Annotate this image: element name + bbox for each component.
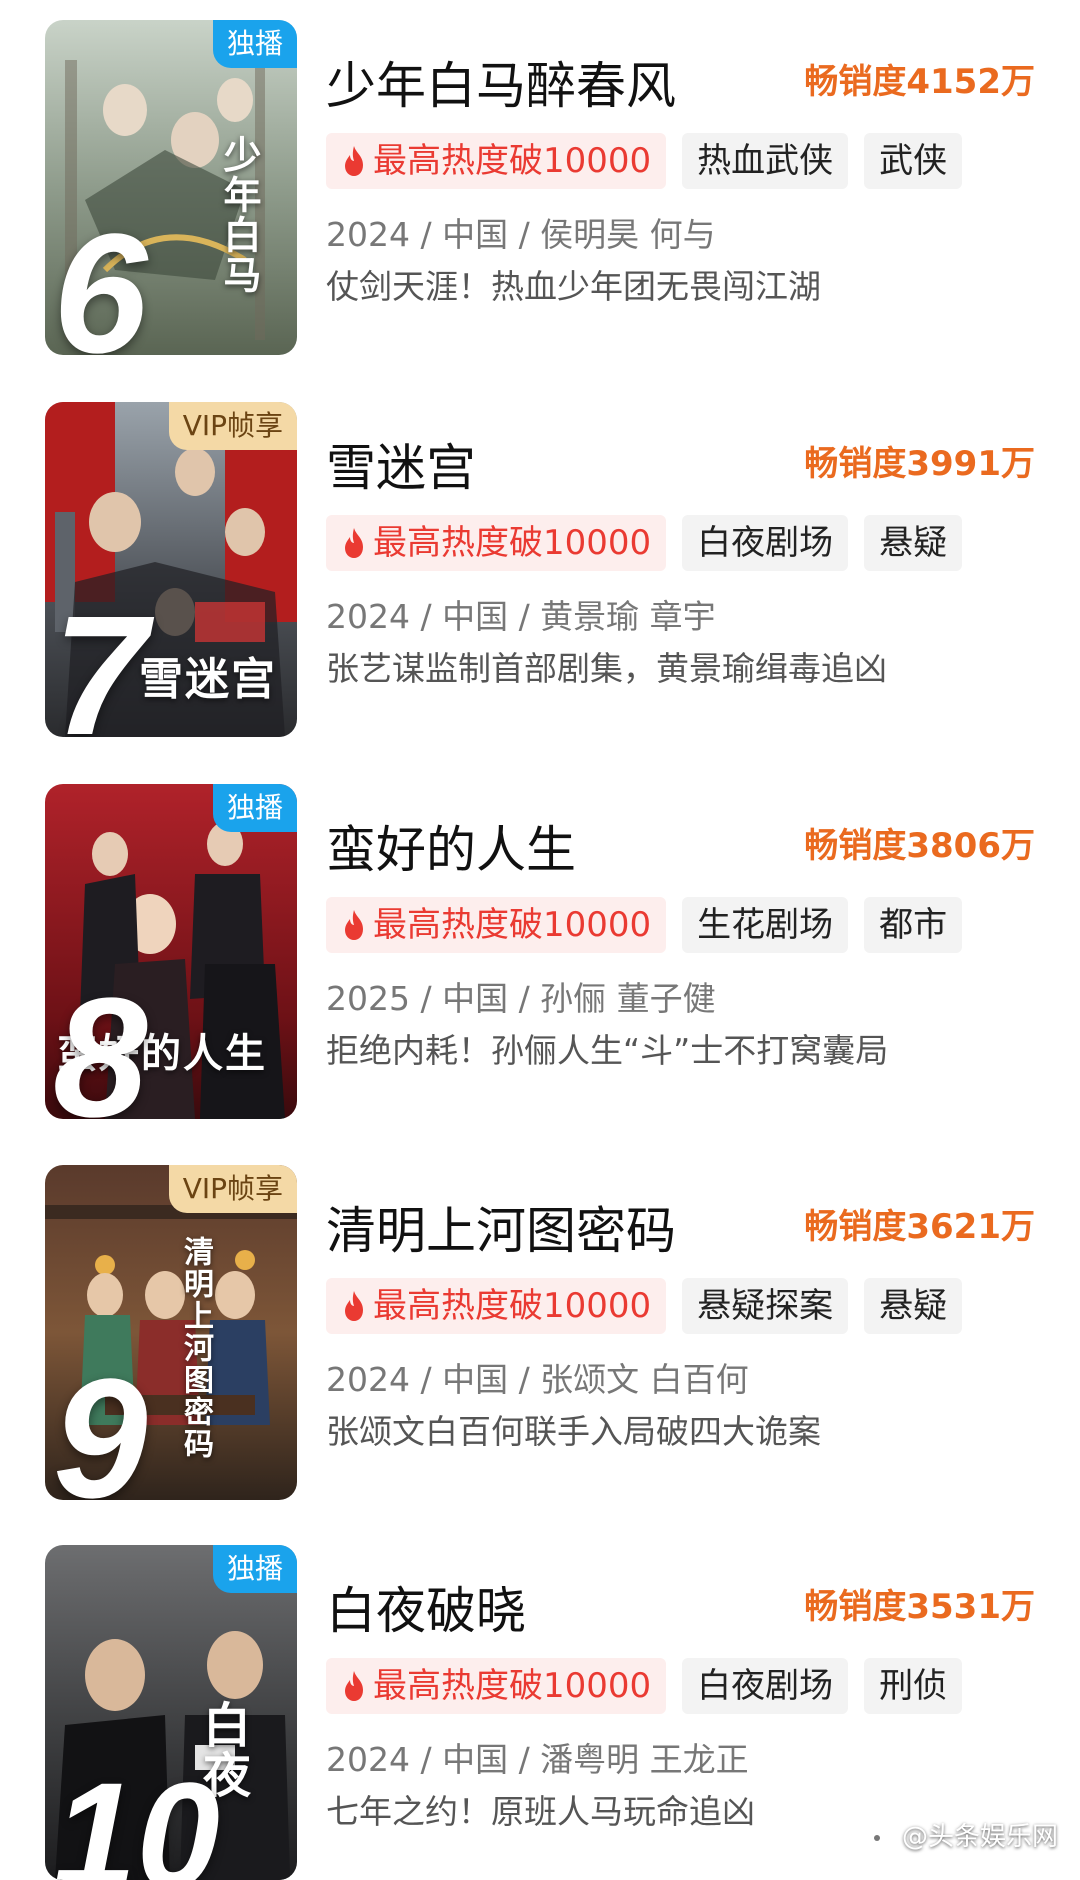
sales-index: 畅销度3806万 xyxy=(804,826,1035,866)
sales-index: 畅销度3991万 xyxy=(804,444,1035,484)
exclusive-badge: 独播 xyxy=(212,20,297,68)
genre-tag[interactable]: 热血武侠 xyxy=(682,133,849,189)
hot-label: 最高热度破10000 xyxy=(373,523,652,563)
tag-row: 最高热度破10000 热血武侠 武侠 xyxy=(326,133,963,189)
show-description: 张颂文白百何联手入局破四大诡案 xyxy=(326,1412,821,1451)
poster-image[interactable]: VIP帧享 清明上河图密码 9 xyxy=(45,1165,297,1500)
show-title[interactable]: 清明上河图密码 xyxy=(326,1191,676,1263)
poster-title: 少年白马 xyxy=(217,135,262,295)
sales-index: 畅销度3621万 xyxy=(804,1207,1035,1247)
genre-tag[interactable]: 生花剧场 xyxy=(682,897,849,953)
hot-tag: 最高热度破10000 xyxy=(326,897,667,953)
rank-number: 10 xyxy=(53,1751,220,1880)
tag-row: 最高热度破10000 白夜剧场 刑侦 xyxy=(326,1658,963,1714)
show-description: 张艺谋监制首部剧集，黄景瑜缉毒追凶 xyxy=(326,649,887,688)
show-meta: 2025 / 中国 / 孙俪 董子健 xyxy=(326,979,716,1018)
show-title[interactable]: 少年白马醉春风 xyxy=(326,46,676,118)
genre-tag[interactable]: 白夜剧场 xyxy=(682,1658,849,1714)
vip-badge: VIP帧享 xyxy=(168,1165,297,1213)
show-title[interactable]: 白夜破晓 xyxy=(326,1571,526,1643)
hot-tag: 最高热度破10000 xyxy=(326,133,667,189)
list-item[interactable]: 独播 蛮好的人生 8 蛮好的人生 畅销度3806万 最高热度破10000 生花剧… xyxy=(0,784,1080,1119)
poster-title: 清明上河图密码 xyxy=(178,1236,213,1460)
show-description: 七年之约！原班人马玩命追凶 xyxy=(326,1792,755,1831)
flame-icon xyxy=(345,910,363,940)
show-meta: 2024 / 中国 / 黄景瑜 章宇 xyxy=(326,597,716,636)
poster-image[interactable]: 独播 白夜 10 xyxy=(45,1545,297,1880)
hot-tag: 最高热度破10000 xyxy=(326,515,667,571)
flame-icon xyxy=(345,1671,363,1701)
watermark: @头条娱乐网 xyxy=(866,1816,1058,1853)
list-item[interactable]: VIP帧享 雪迷宫 7 雪迷宫 畅销度3991万 最高热度破10000 白夜剧场… xyxy=(0,402,1080,737)
hot-tag: 最高热度破10000 xyxy=(326,1278,667,1334)
show-title[interactable]: 雪迷宫 xyxy=(326,428,476,500)
genre-tag[interactable]: 白夜剧场 xyxy=(682,515,849,571)
genre-tag[interactable]: 悬疑探案 xyxy=(682,1278,849,1334)
flame-icon xyxy=(345,528,363,558)
show-title[interactable]: 蛮好的人生 xyxy=(326,810,576,882)
poster-image[interactable]: 独播 少年白马 6 xyxy=(45,20,297,355)
sales-index: 畅销度3531万 xyxy=(804,1587,1035,1627)
genre-tag[interactable]: 悬疑 xyxy=(864,515,963,571)
list-item[interactable]: 独播 少年白马 6 少年白马醉春风 畅销度4152万 最高热度破10000 热血… xyxy=(0,20,1080,355)
exclusive-badge: 独播 xyxy=(212,1545,297,1593)
rank-number: 6 xyxy=(53,199,148,355)
watermark-text: @头条娱乐网 xyxy=(901,1822,1058,1852)
show-meta: 2024 / 中国 / 潘粤明 王龙正 xyxy=(326,1740,749,1779)
poster-title: 雪迷宫 xyxy=(139,654,277,705)
poster-image[interactable]: VIP帧享 雪迷宫 7 xyxy=(45,402,297,737)
flame-icon xyxy=(345,1291,363,1321)
genre-tag[interactable]: 悬疑 xyxy=(864,1278,963,1334)
rank-number: 7 xyxy=(53,581,148,737)
hot-label: 最高热度破10000 xyxy=(373,1666,652,1706)
vip-badge: VIP帧享 xyxy=(168,402,297,450)
sales-index: 畅销度4152万 xyxy=(804,62,1035,102)
genre-tag[interactable]: 都市 xyxy=(864,897,963,953)
list-item[interactable]: VIP帧享 清明上河图密码 9 清明上河图密码 畅销度3621万 最高热度破10… xyxy=(0,1165,1080,1500)
hot-label: 最高热度破10000 xyxy=(373,141,652,181)
hot-label: 最高热度破10000 xyxy=(373,905,652,945)
flame-icon xyxy=(345,146,363,176)
show-meta: 2024 / 中国 / 侯明昊 何与 xyxy=(326,215,716,254)
weibo-icon xyxy=(867,1825,894,1845)
rank-number: 8 xyxy=(53,963,148,1119)
show-description: 拒绝内耗！孙俪人生“斗”士不打窝囊局 xyxy=(326,1031,889,1070)
show-description: 仗剑天涯！热血少年团无畏闯江湖 xyxy=(326,267,821,306)
genre-tag[interactable]: 武侠 xyxy=(864,133,963,189)
hot-label: 最高热度破10000 xyxy=(373,1286,652,1326)
tag-row: 最高热度破10000 白夜剧场 悬疑 xyxy=(326,515,963,571)
show-meta: 2024 / 中国 / 张颂文 白百何 xyxy=(326,1360,749,1399)
genre-tag[interactable]: 刑侦 xyxy=(864,1658,963,1714)
hot-tag: 最高热度破10000 xyxy=(326,1658,667,1714)
tag-row: 最高热度破10000 生花剧场 都市 xyxy=(326,897,963,953)
rank-number: 9 xyxy=(53,1344,148,1500)
tag-row: 最高热度破10000 悬疑探案 悬疑 xyxy=(326,1278,963,1334)
exclusive-badge: 独播 xyxy=(212,784,297,832)
poster-image[interactable]: 独播 蛮好的人生 8 xyxy=(45,784,297,1119)
